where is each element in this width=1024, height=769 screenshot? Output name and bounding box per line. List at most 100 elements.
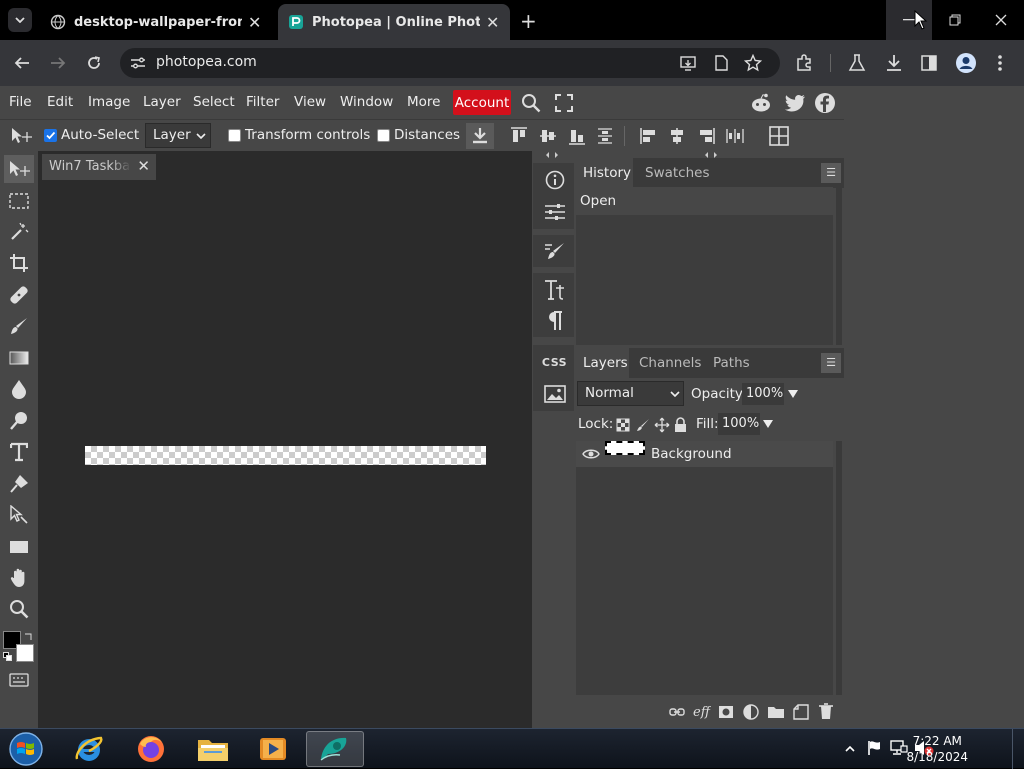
add-mask-icon[interactable] xyxy=(718,705,734,719)
show-hidden-icons-icon[interactable] xyxy=(845,745,855,752)
adjustment-layer-icon[interactable] xyxy=(743,704,759,720)
new-group-folder-icon[interactable] xyxy=(767,705,785,719)
lock-position-move-icon[interactable] xyxy=(654,417,670,433)
menu-edit[interactable]: Edit xyxy=(47,94,73,110)
lock-transparency-icon[interactable] xyxy=(616,418,630,432)
collapse-arrows-icon[interactable] xyxy=(544,151,560,159)
move-tool-button[interactable] xyxy=(4,155,34,183)
taskbar-browser-active[interactable] xyxy=(306,731,364,767)
css-panel-button[interactable]: CSS xyxy=(536,347,573,377)
brush-panel-button[interactable] xyxy=(536,236,573,266)
document-canvas[interactable] xyxy=(85,446,486,465)
align-top-icon[interactable] xyxy=(510,127,528,145)
brush-tool-button[interactable] xyxy=(4,312,34,340)
menu-view[interactable]: View xyxy=(294,94,326,110)
pen-tool-button[interactable] xyxy=(4,470,34,498)
back-arrow-icon[interactable] xyxy=(14,55,30,71)
history-scrollbar[interactable] xyxy=(836,187,842,345)
close-window-button[interactable] xyxy=(978,0,1024,40)
close-tab-icon[interactable]: ✕ xyxy=(248,13,261,32)
info-panel-button[interactable] xyxy=(536,165,573,195)
restore-button[interactable] xyxy=(932,0,978,40)
reddit-icon[interactable] xyxy=(750,93,772,113)
eye-visibility-icon[interactable] xyxy=(582,447,600,461)
distribute-vertical-icon[interactable] xyxy=(597,127,613,145)
lock-pixels-brush-icon[interactable] xyxy=(636,418,650,432)
marquee-tool-button[interactable] xyxy=(4,187,34,215)
new-tab-button[interactable]: + xyxy=(520,9,537,33)
lock-all-padlock-icon[interactable] xyxy=(674,417,687,433)
profile-avatar-icon[interactable] xyxy=(955,52,977,74)
layer-row[interactable]: Background xyxy=(576,441,833,467)
menu-more[interactable]: More xyxy=(407,94,440,110)
align-horizontal-center-icon[interactable] xyxy=(668,127,686,145)
taskbar-firefox[interactable] xyxy=(122,731,180,767)
align-left-icon[interactable] xyxy=(640,127,658,145)
reload-icon[interactable] xyxy=(86,55,102,71)
fill-dropdown-arrow-icon[interactable] xyxy=(763,419,773,429)
browser-tab-wallpaper[interactable]: desktop-wallpaper-from-space ✕ xyxy=(40,4,272,40)
blend-mode-dropdown[interactable]: Normal xyxy=(577,381,684,406)
action-center-flag-icon[interactable] xyxy=(866,740,882,756)
show-desktop-button[interactable] xyxy=(1012,729,1024,769)
menu-image[interactable]: Image xyxy=(88,94,130,110)
tab-history[interactable]: History xyxy=(583,165,631,181)
crop-tool-button[interactable] xyxy=(4,249,34,277)
network-icon[interactable] xyxy=(890,740,908,756)
system-clock[interactable]: 7:22 AM 8/18/2024 xyxy=(906,733,968,765)
distances-checkbox[interactable] xyxy=(377,129,390,142)
image-panel-button[interactable] xyxy=(536,379,573,409)
link-layers-icon[interactable] xyxy=(669,707,685,717)
search-icon[interactable] xyxy=(521,93,541,113)
twitter-icon[interactable] xyxy=(784,94,806,112)
fill-input[interactable]: 100% xyxy=(718,413,760,435)
new-layer-icon[interactable] xyxy=(793,704,809,720)
tab-channels[interactable]: Channels xyxy=(639,355,701,371)
character-panel-button[interactable] xyxy=(536,275,573,305)
taskbar-internet-explorer[interactable] xyxy=(60,731,118,767)
align-bottom-icon[interactable] xyxy=(568,127,586,145)
delete-trash-icon[interactable] xyxy=(818,703,834,721)
history-item[interactable]: Open xyxy=(576,187,833,215)
extensions-icon[interactable] xyxy=(795,54,813,72)
document-tab[interactable]: Win7 Taskbar ✕ xyxy=(42,154,156,180)
paragraph-panel-button[interactable] xyxy=(536,306,573,336)
download-icon[interactable] xyxy=(885,54,903,72)
path-select-tool-button[interactable] xyxy=(4,501,34,529)
install-app-icon[interactable] xyxy=(680,55,698,71)
tab-swatches[interactable]: Swatches xyxy=(645,165,710,181)
zoom-tool-button[interactable] xyxy=(4,595,34,623)
menu-file[interactable]: File xyxy=(9,94,32,110)
align-download-button[interactable] xyxy=(466,123,494,149)
adjustments-panel-button[interactable] xyxy=(536,197,573,227)
keyboard-icon[interactable] xyxy=(9,673,29,687)
tab-paths[interactable]: Paths xyxy=(713,355,750,371)
layer-effects-icon[interactable]: eff xyxy=(693,703,711,719)
align-vertical-center-icon[interactable] xyxy=(539,127,557,145)
grid-layout-icon[interactable] xyxy=(769,126,789,146)
bookmark-star-icon[interactable] xyxy=(744,54,762,72)
swap-colors-icon[interactable] xyxy=(24,631,34,641)
forward-arrow-icon[interactable] xyxy=(50,55,66,71)
transform-controls-checkbox[interactable] xyxy=(228,129,241,142)
magic-wand-tool-button[interactable] xyxy=(4,218,34,246)
account-button[interactable]: Account xyxy=(453,90,511,115)
hand-tool-button[interactable] xyxy=(4,564,34,592)
opacity-input[interactable]: 100% xyxy=(742,383,784,405)
labs-flask-icon[interactable] xyxy=(848,54,866,72)
facebook-icon[interactable] xyxy=(815,93,835,113)
close-document-icon[interactable]: ✕ xyxy=(137,157,150,175)
site-settings-icon[interactable] xyxy=(130,56,146,70)
dodge-tool-button[interactable] xyxy=(4,407,34,435)
layers-scrollbar[interactable] xyxy=(836,441,842,695)
default-colors-icon[interactable] xyxy=(3,652,12,661)
healing-brush-tool-button[interactable] xyxy=(4,281,34,309)
start-button[interactable] xyxy=(6,730,46,768)
history-panel-menu-button[interactable]: ☰ xyxy=(821,163,841,183)
shape-tool-button[interactable] xyxy=(4,533,34,561)
type-tool-button[interactable] xyxy=(4,438,34,466)
opacity-dropdown-arrow-icon[interactable] xyxy=(788,389,798,399)
distribute-horizontal-icon[interactable] xyxy=(725,127,745,145)
gradient-tool-button[interactable] xyxy=(4,344,34,372)
background-color-swatch[interactable] xyxy=(16,644,34,662)
